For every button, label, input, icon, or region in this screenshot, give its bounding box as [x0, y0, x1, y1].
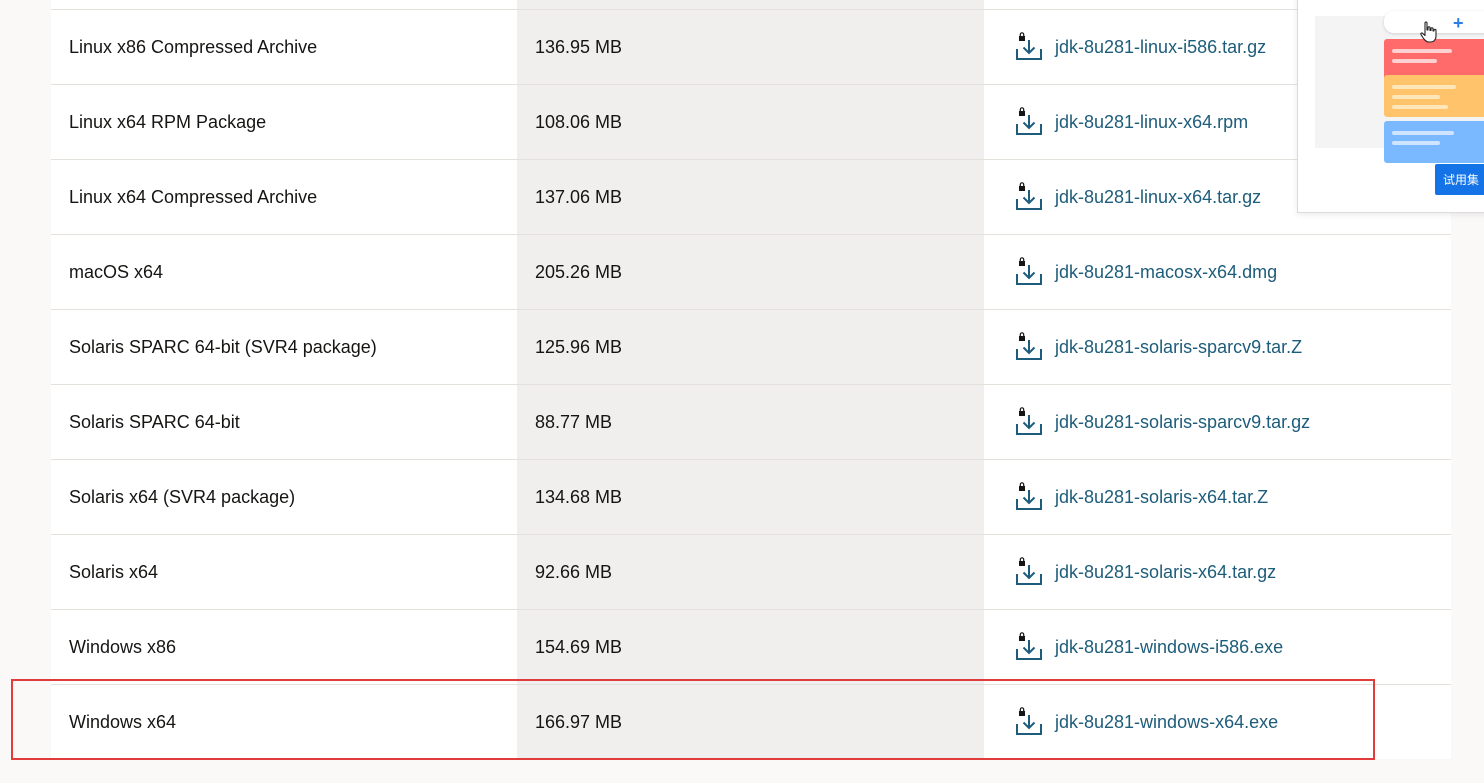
size-cell: 137.06 MB [517, 160, 984, 234]
ad-preview-card-orange [1384, 75, 1484, 117]
table-row: Linux x64 Compressed Archive 137.06 MB j… [51, 160, 1451, 235]
download-locked-icon [1016, 257, 1042, 285]
download-filename: jdk-8u281-windows-x64.exe [1055, 711, 1279, 732]
table-row: Linux x64 RPM Package 108.06 MB jdk-8u28… [51, 85, 1451, 160]
download-link[interactable]: jdk-8u281-solaris-sparcv9.tar.Z [1014, 332, 1302, 362]
ad-panel: + 试用集 [1297, 0, 1484, 213]
table-row: Windows x86 154.69 MB jdk-8u281-windows-… [51, 610, 1451, 685]
product-cell: Windows x64 [69, 711, 177, 732]
download-locked-icon [1016, 557, 1042, 585]
download-filename: jdk-8u281-macosx-x64.dmg [1055, 261, 1278, 282]
download-filename: jdk-8u281-solaris-sparcv9.tar.Z [1055, 336, 1303, 357]
trial-button[interactable]: 试用集 [1435, 164, 1484, 195]
plus-icon: + [1453, 13, 1464, 33]
size-cell: 134.68 MB [517, 460, 984, 534]
product-cell: Solaris SPARC 64-bit [69, 411, 240, 432]
size-cell: 88.77 MB [517, 385, 984, 459]
download-cell: jdk-8u281-solaris-sparcv9.tar.Z [984, 310, 1451, 384]
download-filename: jdk-8u281-solaris-x64.tar.gz [1055, 561, 1277, 582]
download-cell: jdk-8u281-solaris-x64.tar.gz [984, 535, 1451, 609]
table-row: Solaris x64 (SVR4 package) 134.68 MB jdk… [51, 460, 1451, 535]
ad-preview-card-blue [1384, 121, 1484, 163]
download-filename: jdk-8u281-linux-x64.tar.gz [1055, 186, 1262, 207]
size-cell: 166.97 MB [517, 685, 984, 759]
download-locked-icon [1016, 182, 1042, 210]
product-cell: Solaris SPARC 64-bit (SVR4 package) [69, 336, 377, 357]
product-cell: Linux x64 RPM Package [69, 111, 267, 132]
size-cell: 154.69 MB [517, 610, 984, 684]
table-row [51, 0, 1451, 10]
download-link[interactable]: jdk-8u281-windows-i586.exe [1014, 632, 1283, 662]
download-link[interactable]: jdk-8u281-solaris-x64.tar.Z [1014, 482, 1268, 512]
download-link[interactable]: jdk-8u281-linux-i586.tar.gz [1014, 32, 1266, 62]
table-row: Solaris x64 92.66 MB jdk-8u281-solaris-x… [51, 535, 1451, 610]
table-row: Linux x86 Compressed Archive 136.95 MB j… [51, 10, 1451, 85]
size-cell: 136.95 MB [517, 10, 984, 84]
product-cell: macOS x64 [69, 261, 164, 282]
size-cell: 205.26 MB [517, 235, 984, 309]
download-link[interactable]: jdk-8u281-linux-x64.rpm [1014, 107, 1248, 137]
download-link[interactable]: jdk-8u281-macosx-x64.dmg [1014, 257, 1277, 287]
product-cell [51, 0, 517, 9]
download-filename: jdk-8u281-linux-x64.rpm [1055, 111, 1249, 132]
download-locked-icon [1016, 632, 1042, 660]
table-row: Solaris SPARC 64-bit (SVR4 package) 125.… [51, 310, 1451, 385]
download-locked-icon [1016, 32, 1042, 60]
size-cell: 108.06 MB [517, 85, 984, 159]
table-row: Solaris SPARC 64-bit 88.77 MB jdk-8u281-… [51, 385, 1451, 460]
download-cell: jdk-8u281-windows-i586.exe [984, 610, 1451, 684]
hand-cursor-icon [1420, 21, 1437, 43]
download-cell: jdk-8u281-macosx-x64.dmg [984, 235, 1451, 309]
download-link[interactable]: jdk-8u281-solaris-sparcv9.tar.gz [1014, 407, 1310, 437]
table-row: macOS x64 205.26 MB jdk-8u281-macosx-x64… [51, 235, 1451, 310]
download-link[interactable]: jdk-8u281-linux-x64.tar.gz [1014, 182, 1261, 212]
product-cell: Solaris x64 (SVR4 package) [69, 486, 296, 507]
download-cell: jdk-8u281-solaris-x64.tar.Z [984, 460, 1451, 534]
download-cell: jdk-8u281-windows-x64.exe [984, 685, 1451, 759]
size-cell [517, 0, 984, 9]
product-cell: Linux x64 Compressed Archive [69, 186, 318, 207]
download-locked-icon [1016, 482, 1042, 510]
download-locked-icon [1016, 407, 1042, 435]
size-cell: 125.96 MB [517, 310, 984, 384]
product-cell: Linux x86 Compressed Archive [69, 36, 318, 57]
download-filename: jdk-8u281-windows-i586.exe [1055, 636, 1284, 657]
product-cell: Windows x86 [69, 636, 177, 657]
download-link[interactable]: jdk-8u281-windows-x64.exe [1014, 707, 1278, 737]
product-cell: Solaris x64 [69, 561, 159, 582]
download-locked-icon [1016, 107, 1042, 135]
download-filename: jdk-8u281-solaris-x64.tar.Z [1055, 486, 1269, 507]
page: Linux x86 Compressed Archive 136.95 MB j… [0, 0, 1484, 783]
download-filename: jdk-8u281-linux-i586.tar.gz [1055, 36, 1267, 57]
download-table: Linux x86 Compressed Archive 136.95 MB j… [51, 0, 1451, 759]
download-link[interactable]: jdk-8u281-solaris-x64.tar.gz [1014, 557, 1276, 587]
download-filename: jdk-8u281-solaris-sparcv9.tar.gz [1055, 411, 1311, 432]
size-cell: 92.66 MB [517, 535, 984, 609]
table-row-windows-x64: Windows x64 166.97 MB jdk-8u281-windows-… [51, 685, 1451, 759]
download-locked-icon [1016, 332, 1042, 360]
download-cell: jdk-8u281-solaris-sparcv9.tar.gz [984, 385, 1451, 459]
download-locked-icon [1016, 707, 1042, 735]
